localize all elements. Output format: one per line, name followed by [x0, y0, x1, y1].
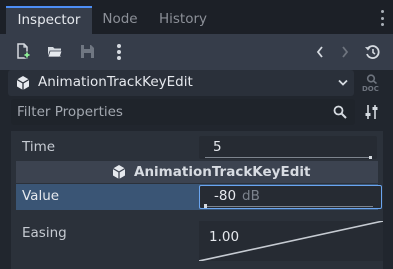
chevron-down-icon [338, 79, 348, 86]
easing-curve-editor[interactable]: 1.00 [199, 221, 383, 261]
object-name: AnimationTrackKeyEdit [38, 74, 193, 90]
dock-tab-bar: Inspector Node History [0, 0, 393, 34]
filter-properties-input[interactable] [17, 102, 317, 122]
object-cube-icon [16, 76, 30, 90]
open-documentation-button[interactable]: DOC [360, 72, 384, 96]
load-resource-icon[interactable] [47, 44, 63, 59]
property-panel: Time 5 AnimationTrackKeyEdit Value -80 d… [11, 131, 383, 269]
time-label: Time [22, 139, 56, 155]
time-value: 5 [213, 139, 222, 155]
save-resource-icon[interactable] [80, 44, 95, 59]
tab-node[interactable]: Node [92, 6, 148, 34]
tab-inspector[interactable]: Inspector [6, 6, 92, 34]
section-title: AnimationTrackKeyEdit [134, 164, 311, 180]
value-spinbox[interactable]: -80 dB [199, 185, 382, 209]
value-unit: dB [242, 188, 260, 204]
forward-icon[interactable] [340, 45, 350, 59]
value-value: -80 [214, 188, 237, 204]
search-help-icon [366, 74, 378, 84]
easing-curve [199, 221, 383, 261]
dock-menu-icon[interactable] [380, 10, 384, 26]
filter-properties-field[interactable] [11, 99, 355, 125]
back-icon[interactable] [315, 45, 325, 59]
object-history-dropdown[interactable]: AnimationTrackKeyEdit [8, 70, 354, 96]
value-label: Value [22, 188, 60, 204]
new-resource-icon[interactable] [15, 43, 31, 59]
search-icon [333, 105, 347, 119]
object-cube-icon [112, 165, 126, 179]
doc-label: DOC [362, 85, 379, 93]
kebab-menu-icon[interactable] [116, 43, 122, 61]
object-selector-row: AnimationTrackKeyEdit [8, 70, 354, 96]
inspector-toolbar [0, 34, 393, 70]
section-header: AnimationTrackKeyEdit [16, 161, 378, 183]
time-slider-track [205, 157, 371, 158]
history-icon[interactable] [364, 44, 380, 60]
filter-options-icon[interactable] [365, 104, 379, 120]
tab-history[interactable]: History [150, 6, 216, 34]
value-slider-track [207, 206, 373, 207]
time-spinbox[interactable]: 5 [199, 136, 377, 159]
easing-label: Easing [22, 225, 67, 241]
time-slider-grabber[interactable] [369, 156, 372, 159]
